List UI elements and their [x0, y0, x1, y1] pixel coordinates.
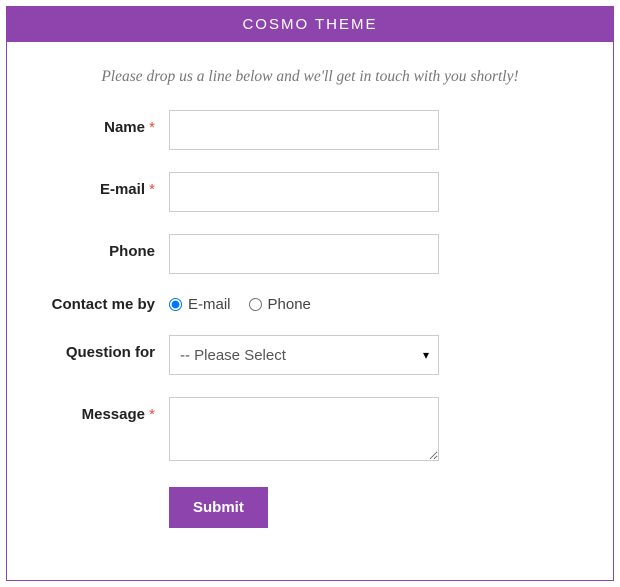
- card-header: COSMO THEME: [7, 7, 613, 42]
- row-message: Message *: [37, 397, 583, 465]
- label-contact-by: Contact me by: [37, 296, 169, 313]
- radio-phone[interactable]: Phone: [249, 296, 311, 313]
- label-phone: Phone: [37, 234, 169, 260]
- radio-phone-input[interactable]: [249, 298, 262, 311]
- label-contact-by-text: Contact me by: [52, 296, 155, 313]
- label-message-text: Message: [82, 406, 145, 423]
- row-contact-by: Contact me by E-mail Phone: [37, 296, 583, 313]
- name-input[interactable]: [169, 110, 439, 150]
- row-question-for: Question for -- Please Select: [37, 335, 583, 375]
- label-email-text: E-mail: [100, 181, 145, 198]
- card-title: COSMO THEME: [242, 16, 377, 33]
- row-submit: Submit: [37, 487, 583, 528]
- question-for-select-wrap: -- Please Select: [169, 335, 439, 375]
- submit-button-label: Submit: [193, 499, 244, 516]
- contact-card: COSMO THEME Please drop us a line below …: [6, 6, 614, 581]
- phone-input[interactable]: [169, 234, 439, 274]
- message-textarea[interactable]: [169, 397, 439, 461]
- required-marker: *: [149, 119, 155, 136]
- email-input[interactable]: [169, 172, 439, 212]
- row-phone: Phone: [37, 234, 583, 274]
- required-marker: *: [149, 181, 155, 198]
- submit-button[interactable]: Submit: [169, 487, 268, 528]
- label-email: E-mail *: [37, 172, 169, 198]
- label-question-for-text: Question for: [66, 344, 155, 361]
- row-email: E-mail *: [37, 172, 583, 212]
- radio-email[interactable]: E-mail: [169, 296, 231, 313]
- label-name: Name *: [37, 110, 169, 136]
- label-name-text: Name: [104, 119, 145, 136]
- label-submit-spacer: [37, 487, 169, 496]
- label-question-for: Question for: [37, 335, 169, 361]
- radio-email-label: E-mail: [188, 296, 231, 313]
- question-for-select[interactable]: -- Please Select: [169, 335, 439, 375]
- label-phone-text: Phone: [109, 243, 155, 260]
- radio-email-input[interactable]: [169, 298, 182, 311]
- card-body: Please drop us a line below and we'll ge…: [7, 42, 613, 580]
- row-name: Name *: [37, 110, 583, 150]
- intro-text: Please drop us a line below and we'll ge…: [87, 66, 533, 88]
- label-message: Message *: [37, 397, 169, 423]
- required-marker: *: [149, 406, 155, 423]
- contact-by-radios: E-mail Phone: [169, 296, 311, 313]
- radio-phone-label: Phone: [268, 296, 311, 313]
